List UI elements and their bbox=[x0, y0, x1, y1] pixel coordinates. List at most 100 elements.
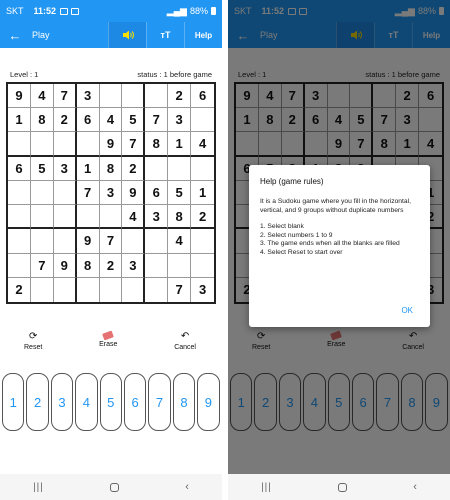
board-cell[interactable] bbox=[54, 277, 77, 302]
board-cell[interactable]: 6 bbox=[145, 180, 169, 206]
board-cell[interactable] bbox=[31, 277, 54, 302]
board-cell[interactable]: 3 bbox=[122, 253, 146, 278]
board-cell[interactable]: 4 bbox=[168, 229, 192, 254]
board-cell[interactable] bbox=[191, 229, 214, 254]
board-cell[interactable]: 8 bbox=[145, 132, 169, 157]
board-cell[interactable] bbox=[8, 253, 31, 278]
board-cell[interactable]: 6 bbox=[76, 108, 100, 133]
number-key-9[interactable]: 9 bbox=[197, 373, 220, 431]
board-cell[interactable] bbox=[53, 229, 77, 254]
board-cell[interactable]: 8 bbox=[168, 205, 192, 230]
back-arrow-icon[interactable]: ← bbox=[0, 28, 30, 43]
board-cell[interactable]: 8 bbox=[30, 108, 54, 133]
board-cell[interactable] bbox=[30, 132, 54, 157]
board-cell[interactable]: 2 bbox=[122, 156, 146, 181]
board-cell[interactable] bbox=[122, 229, 146, 254]
cancel-button[interactable]: ↶ Cancel bbox=[174, 332, 196, 352]
board-cell[interactable]: 4 bbox=[191, 132, 214, 157]
board-cell[interactable]: 9 bbox=[53, 253, 77, 278]
board-cell[interactable]: 3 bbox=[99, 180, 123, 206]
number-key-2[interactable]: 2 bbox=[26, 373, 49, 431]
board-cell[interactable] bbox=[145, 253, 169, 278]
number-key-6[interactable]: 6 bbox=[123, 373, 147, 431]
board-cell[interactable]: 5 bbox=[168, 180, 192, 206]
board-cell[interactable] bbox=[145, 84, 169, 109]
board-cell[interactable]: 3 bbox=[76, 84, 100, 109]
recent-apps-icon[interactable]: ||| bbox=[261, 482, 272, 493]
board-cell[interactable] bbox=[191, 108, 214, 133]
board-cell[interactable] bbox=[8, 205, 31, 230]
board-cell[interactable]: 7 bbox=[53, 84, 77, 109]
board-cell[interactable]: 2 bbox=[99, 253, 123, 278]
number-key-3[interactable]: 3 bbox=[50, 373, 74, 431]
sound-button[interactable] bbox=[108, 22, 146, 48]
board-cell[interactable] bbox=[191, 157, 214, 181]
board-cell[interactable] bbox=[145, 156, 169, 181]
number-key-7[interactable]: 7 bbox=[148, 373, 171, 431]
board-cell[interactable]: 2 bbox=[168, 84, 192, 109]
reset-button[interactable]: ⟳ Reset bbox=[24, 332, 42, 352]
board-cell[interactable] bbox=[99, 205, 123, 230]
board-cell[interactable] bbox=[99, 84, 123, 109]
board-cell[interactable] bbox=[53, 132, 77, 157]
board-cell[interactable]: 4 bbox=[122, 205, 146, 230]
board-cell[interactable] bbox=[76, 132, 100, 157]
ok-button[interactable]: OK bbox=[401, 306, 413, 315]
board-cell[interactable]: 9 bbox=[99, 132, 123, 157]
board-cell[interactable] bbox=[168, 253, 192, 278]
board-cell[interactable]: 2 bbox=[8, 277, 31, 302]
board-cell[interactable]: 8 bbox=[76, 253, 100, 278]
board-cell[interactable]: 8 bbox=[99, 156, 123, 181]
board-cell[interactable]: 7 bbox=[122, 132, 146, 157]
board-cell[interactable]: 1 bbox=[8, 108, 31, 133]
board-cell[interactable] bbox=[100, 277, 123, 302]
number-key-8[interactable]: 8 bbox=[172, 373, 196, 431]
board-cell[interactable]: 1 bbox=[191, 181, 214, 206]
number-key-1[interactable]: 1 bbox=[2, 373, 25, 431]
board-cell[interactable] bbox=[53, 205, 77, 230]
board-cell[interactable] bbox=[145, 277, 169, 302]
board-cell[interactable] bbox=[8, 229, 31, 254]
board-cell[interactable] bbox=[30, 229, 54, 254]
board-cell[interactable] bbox=[122, 84, 146, 109]
board-cell[interactable] bbox=[145, 229, 169, 254]
board-cell[interactable] bbox=[191, 254, 214, 278]
board-cell[interactable]: 5 bbox=[30, 156, 54, 181]
board-cell[interactable] bbox=[53, 180, 77, 206]
board-cell[interactable]: 2 bbox=[53, 108, 77, 133]
board-cell[interactable]: 7 bbox=[168, 277, 192, 302]
board-cell[interactable]: 2 bbox=[191, 205, 214, 230]
board-cell[interactable] bbox=[8, 132, 31, 157]
board-cell[interactable] bbox=[77, 277, 100, 302]
board-cell[interactable] bbox=[30, 180, 54, 206]
board-cell[interactable]: 1 bbox=[168, 132, 192, 157]
board-cell[interactable]: 9 bbox=[122, 180, 146, 206]
board-cell[interactable] bbox=[30, 205, 54, 230]
back-nav-icon[interactable]: ‹ bbox=[185, 481, 189, 493]
board-cell[interactable]: 9 bbox=[76, 229, 100, 254]
home-icon[interactable] bbox=[110, 482, 120, 492]
board-cell[interactable] bbox=[76, 205, 100, 230]
home-icon[interactable] bbox=[338, 482, 348, 492]
board-cell[interactable]: 7 bbox=[76, 180, 100, 206]
board-cell[interactable]: 9 bbox=[8, 84, 31, 109]
help-button[interactable]: Help bbox=[184, 22, 222, 48]
board-cell[interactable]: 3 bbox=[191, 278, 214, 302]
board-cell[interactable] bbox=[168, 156, 192, 181]
board-cell[interactable]: 6 bbox=[191, 84, 214, 109]
board-cell[interactable]: 3 bbox=[168, 108, 192, 133]
board-cell[interactable]: 6 bbox=[8, 156, 31, 181]
board-cell[interactable]: 4 bbox=[99, 108, 123, 133]
board-cell[interactable]: 4 bbox=[30, 84, 54, 109]
number-key-5[interactable]: 5 bbox=[99, 373, 122, 431]
number-key-4[interactable]: 4 bbox=[75, 373, 98, 431]
board-cell[interactable]: 1 bbox=[76, 156, 100, 181]
board-cell[interactable] bbox=[122, 277, 146, 302]
font-size-button[interactable]: ᴛT bbox=[146, 22, 184, 48]
erase-button[interactable]: Erase bbox=[99, 330, 117, 351]
recent-apps-icon[interactable]: ||| bbox=[33, 482, 44, 493]
board-cell[interactable]: 3 bbox=[145, 205, 169, 230]
back-nav-icon[interactable]: ‹ bbox=[413, 481, 417, 493]
board-cell[interactable]: 3 bbox=[53, 156, 77, 181]
board-cell[interactable]: 5 bbox=[122, 108, 146, 133]
